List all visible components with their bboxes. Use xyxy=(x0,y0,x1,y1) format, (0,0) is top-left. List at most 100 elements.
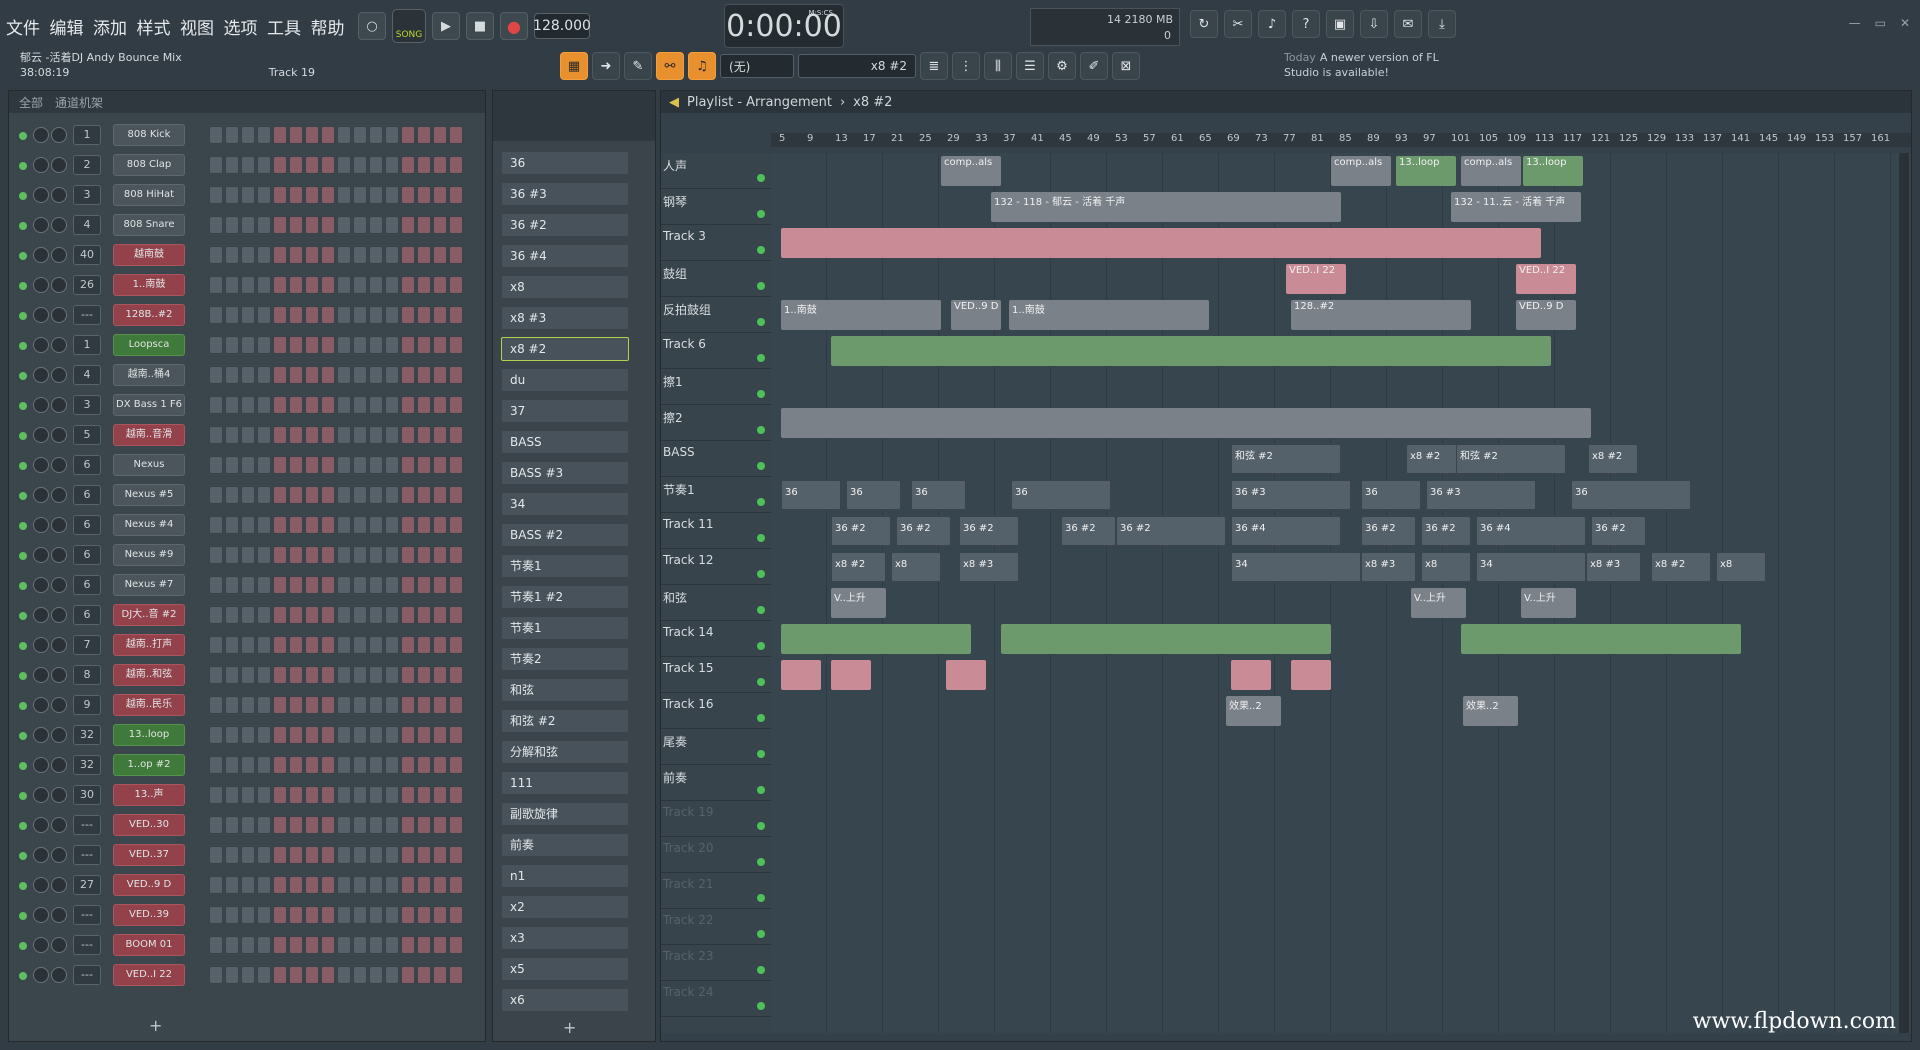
step-button[interactable] xyxy=(401,696,415,714)
step-button[interactable] xyxy=(225,156,239,174)
pan-knob-icon[interactable] xyxy=(33,157,49,173)
step-button[interactable] xyxy=(321,276,335,294)
pattern-item[interactable]: 36 #2 xyxy=(501,213,629,237)
arrow-icon[interactable]: ➜ xyxy=(592,52,620,80)
news-panel[interactable]: Today A newer version of FL Studio is ava… xyxy=(1284,50,1454,84)
step-button[interactable] xyxy=(321,726,335,744)
playlist-clip[interactable]: 36 xyxy=(781,480,841,510)
step-button[interactable] xyxy=(449,696,463,714)
step-button[interactable] xyxy=(305,456,319,474)
volume-knob-icon[interactable] xyxy=(51,577,67,593)
step-button[interactable] xyxy=(289,936,303,954)
channel-name-button[interactable]: 808 Snare xyxy=(113,214,185,236)
step-button[interactable] xyxy=(337,696,351,714)
step-button[interactable] xyxy=(417,666,431,684)
channel-name-button[interactable]: 越南..桶4 xyxy=(113,364,185,386)
mixer-track-number[interactable]: 26 xyxy=(73,275,101,295)
step-button[interactable] xyxy=(289,966,303,984)
step-button[interactable] xyxy=(273,546,287,564)
track-mute-icon[interactable] xyxy=(757,246,765,254)
step-button[interactable] xyxy=(289,276,303,294)
step-button[interactable] xyxy=(385,126,399,144)
step-button[interactable] xyxy=(209,306,223,324)
playlist-clip[interactable]: comp..als xyxy=(941,156,1001,186)
step-button[interactable] xyxy=(385,666,399,684)
stop-icon[interactable]: ■ xyxy=(466,12,494,40)
step-button[interactable] xyxy=(273,426,287,444)
step-button[interactable] xyxy=(337,636,351,654)
step-button[interactable] xyxy=(257,306,271,324)
playlist-clip[interactable]: 36 #2 xyxy=(959,516,1019,546)
volume-knob-icon[interactable] xyxy=(51,967,67,983)
step-button[interactable] xyxy=(385,636,399,654)
step-button[interactable] xyxy=(225,426,239,444)
step-button[interactable] xyxy=(209,726,223,744)
playlist-clip[interactable]: 和弦 #2 xyxy=(1231,444,1341,474)
step-button[interactable] xyxy=(321,786,335,804)
step-button[interactable] xyxy=(257,756,271,774)
step-button[interactable] xyxy=(241,336,255,354)
channel-led-icon[interactable] xyxy=(19,642,27,650)
channel-led-icon[interactable] xyxy=(19,462,27,470)
step-button[interactable] xyxy=(209,636,223,654)
playlist-clip[interactable]: 36 #2 xyxy=(1116,516,1226,546)
step-button[interactable] xyxy=(209,336,223,354)
playlist-clip[interactable]: 34 xyxy=(1476,552,1586,582)
channel-name-button[interactable]: DX Bass 1 F6 xyxy=(113,394,185,416)
step-button[interactable] xyxy=(337,126,351,144)
step-button[interactable] xyxy=(369,546,383,564)
step-button[interactable] xyxy=(209,666,223,684)
step-button[interactable] xyxy=(401,606,415,624)
step-button[interactable] xyxy=(273,186,287,204)
step-button[interactable] xyxy=(449,156,463,174)
channel-name-button[interactable]: 808 Clap xyxy=(113,154,185,176)
step-button[interactable] xyxy=(305,546,319,564)
step-button[interactable] xyxy=(417,276,431,294)
track-header[interactable]: Track 14 xyxy=(661,621,771,657)
step-button[interactable] xyxy=(305,696,319,714)
step-button[interactable] xyxy=(257,666,271,684)
step-button[interactable] xyxy=(273,126,287,144)
save-icon[interactable]: ▣ xyxy=(1326,10,1354,38)
track-header[interactable]: 反拍鼓组 xyxy=(661,297,771,333)
step-button[interactable] xyxy=(209,846,223,864)
channel-row[interactable]: 9 越南..民乐 xyxy=(9,693,487,719)
playlist-clip[interactable]: 36 #2 xyxy=(1421,516,1471,546)
step-button[interactable] xyxy=(337,876,351,894)
step-button[interactable] xyxy=(225,876,239,894)
step-button[interactable] xyxy=(305,186,319,204)
step-button[interactable] xyxy=(273,306,287,324)
step-button[interactable] xyxy=(385,336,399,354)
step-button[interactable] xyxy=(449,186,463,204)
pattern-item[interactable]: 分解和弦 xyxy=(501,740,629,764)
step-button[interactable] xyxy=(385,786,399,804)
track-header[interactable]: Track 23 xyxy=(661,945,771,981)
playlist-clip[interactable] xyxy=(781,624,971,654)
step-button[interactable] xyxy=(369,726,383,744)
step-button[interactable] xyxy=(433,246,447,264)
playlist-clip[interactable]: V..上升 xyxy=(1521,588,1576,618)
channel-led-icon[interactable] xyxy=(19,822,27,830)
step-button[interactable] xyxy=(369,156,383,174)
channel-rack-icon[interactable]: ⋮ xyxy=(952,52,980,80)
step-button[interactable] xyxy=(241,546,255,564)
mixer-track-number[interactable]: 6 xyxy=(73,575,101,595)
step-button[interactable] xyxy=(209,756,223,774)
step-button[interactable] xyxy=(273,666,287,684)
step-button[interactable] xyxy=(257,336,271,354)
channel-row[interactable]: --- VED..39 xyxy=(9,903,487,929)
step-button[interactable] xyxy=(289,186,303,204)
step-button[interactable] xyxy=(321,246,335,264)
step-button[interactable] xyxy=(433,786,447,804)
step-button[interactable] xyxy=(289,546,303,564)
step-button[interactable] xyxy=(449,906,463,924)
step-button[interactable] xyxy=(289,786,303,804)
pan-knob-icon[interactable] xyxy=(33,937,49,953)
step-button[interactable] xyxy=(449,216,463,234)
track-mute-icon[interactable] xyxy=(757,354,765,362)
step-button[interactable] xyxy=(385,456,399,474)
step-button[interactable] xyxy=(225,726,239,744)
mixer-track-number[interactable]: 40 xyxy=(73,245,101,265)
step-button[interactable] xyxy=(225,486,239,504)
step-button[interactable] xyxy=(417,966,431,984)
